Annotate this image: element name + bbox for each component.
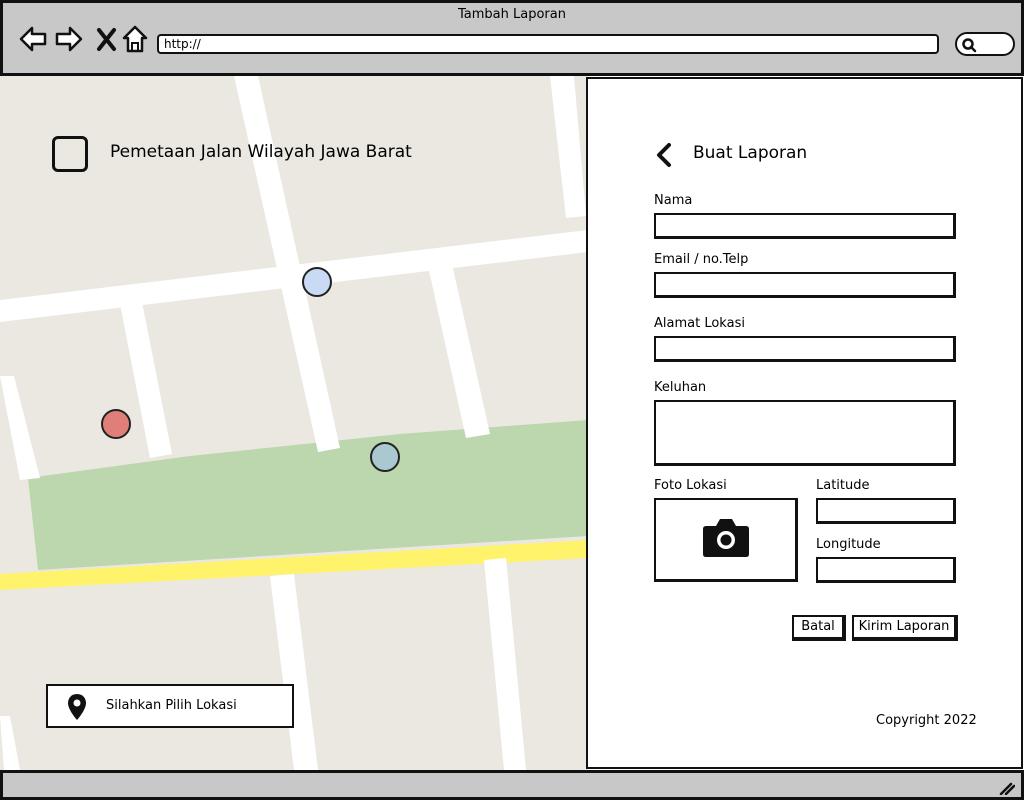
longitude-input[interactable]	[816, 557, 956, 583]
email-label: Email / no.Telp	[654, 252, 749, 267]
map-view[interactable]: Pemetaan Jalan Wilayah Jawa Barat Silahk…	[0, 76, 588, 770]
map-marker[interactable]	[101, 409, 131, 439]
pick-location-button[interactable]: Silahkan Pilih Lokasi	[46, 684, 294, 728]
map-pin-icon	[68, 694, 86, 720]
search-icon	[962, 38, 977, 53]
alamat-input[interactable]	[654, 336, 956, 362]
form-title: Buat Laporan	[693, 143, 808, 163]
window-title: Tambah Laporan	[458, 7, 566, 22]
map-background	[0, 76, 588, 770]
pick-location-label: Silahkan Pilih Lokasi	[106, 698, 237, 713]
alamat-label: Alamat Lokasi	[654, 316, 745, 331]
longitude-label: Longitude	[816, 537, 881, 552]
submit-report-button[interactable]: Kirim Laporan	[852, 615, 958, 641]
map-title: Pemetaan Jalan Wilayah Jawa Barat	[110, 142, 412, 162]
latitude-input[interactable]	[816, 498, 956, 524]
map-title-checkbox[interactable]	[52, 136, 88, 172]
browser-search-box[interactable]	[955, 32, 1015, 56]
map-marker[interactable]	[370, 442, 400, 472]
resize-grip-icon[interactable]	[999, 781, 1015, 795]
map-marker[interactable]	[302, 267, 332, 297]
cancel-button[interactable]: Batal	[792, 615, 846, 641]
status-bar	[0, 770, 1024, 800]
url-bar[interactable]: http://	[157, 34, 939, 54]
latitude-label: Latitude	[816, 478, 870, 493]
forward-arrow-icon[interactable]	[53, 23, 85, 55]
nama-label: Nama	[654, 193, 693, 208]
report-form-panel: Buat Laporan Nama Email / no.Telp Alamat…	[586, 77, 1023, 769]
keluhan-label: Keluhan	[654, 380, 707, 395]
copyright-text: Copyright 2022	[876, 713, 977, 728]
chevron-left-icon[interactable]	[654, 142, 674, 168]
back-arrow-icon[interactable]	[17, 23, 49, 55]
foto-label: Foto Lokasi	[654, 478, 727, 493]
email-input[interactable]	[654, 272, 956, 298]
nama-input[interactable]	[654, 213, 956, 239]
home-icon[interactable]	[119, 23, 151, 55]
photo-upload[interactable]	[654, 498, 798, 582]
browser-toolbar: Tambah Laporan http://	[0, 0, 1024, 76]
camera-icon	[703, 519, 749, 557]
keluhan-textarea[interactable]	[654, 400, 956, 466]
